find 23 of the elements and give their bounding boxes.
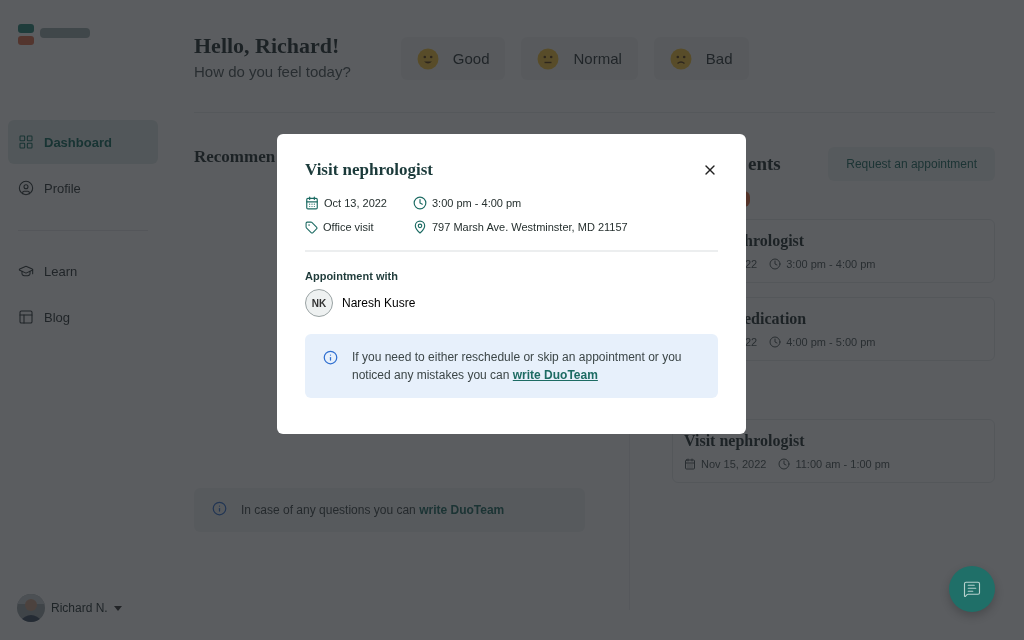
calendar-icon [305, 196, 319, 210]
dialog-title: Visit nephrologist [305, 160, 433, 180]
tag-icon [305, 220, 318, 234]
write-link[interactable]: write DuoTeam [419, 503, 505, 517]
appointment-date: Oct 13, 2022 [324, 197, 387, 209]
appointment-title: Visit nephrologist [684, 432, 806, 450]
info-icon [323, 350, 338, 365]
appointment-time: 3:00 pm - 4:00 pm [432, 197, 522, 209]
message-icon [963, 580, 981, 598]
section-title: Recommen [194, 147, 277, 167]
initials-avatar: NK [305, 289, 333, 317]
map-pin-icon [413, 220, 427, 234]
visit-type: Office visit [323, 221, 374, 233]
greeting-title: Hello, Richard! [194, 33, 341, 59]
note-text: If you need to either reschedule or skip an appointment or you noticed any mistakes you can write DuoTeam [352, 349, 683, 384]
appointment-title: edication [743, 310, 808, 328]
address: 797 Marsh Ave. Westminster, MD 21157 [432, 221, 628, 233]
clock-icon [413, 196, 427, 210]
doctor-name: Naresh Kusre [342, 296, 416, 310]
section-title: ents [748, 153, 781, 175]
write-link[interactable]: write DuoTeam [512, 368, 598, 382]
section-label: Appointment with [305, 270, 399, 282]
appointment-title: hrologist [743, 232, 806, 250]
